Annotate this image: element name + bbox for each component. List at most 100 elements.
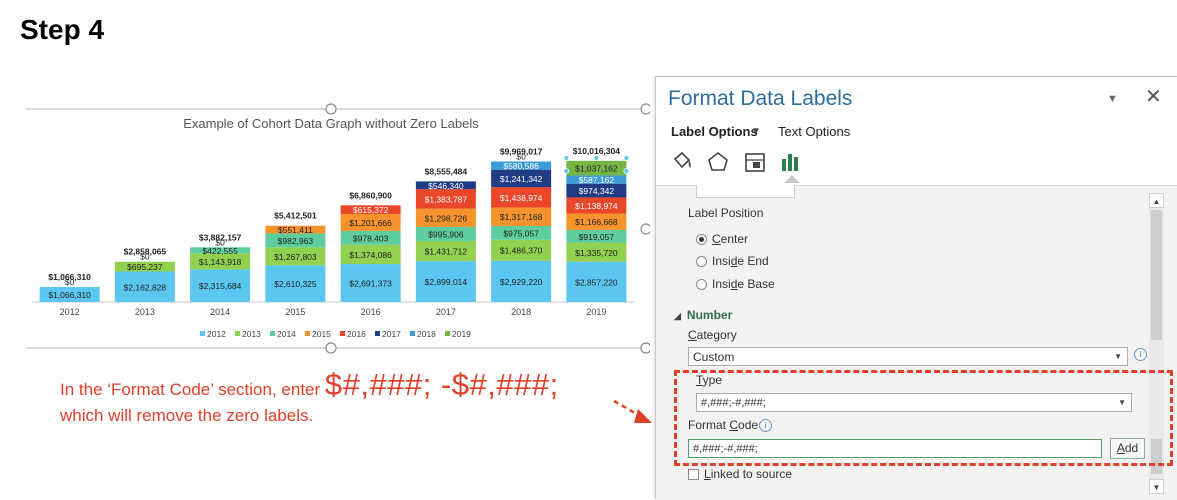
resize-handle[interactable] (640, 103, 650, 115)
chart-title: Example of Cohort Data Graph without Zer… (183, 116, 479, 131)
data-label: $1,201,666 (349, 218, 392, 228)
category-dropdown[interactable]: Custom ▼ (688, 347, 1128, 366)
data-label: $695,237 (127, 262, 163, 272)
instruction-text: In the ‘Format Code’ section, enter $#,#… (60, 369, 660, 429)
x-tick-label: 2012 (60, 307, 80, 317)
data-label: $1,037,162 (575, 164, 618, 174)
radio-inside-base[interactable]: Inside Base (696, 277, 775, 291)
radio-center[interactable]: Center (696, 232, 748, 246)
legend-swatch (410, 331, 415, 336)
data-label: $982,963 (278, 236, 314, 246)
data-label: $587,162 (579, 175, 615, 185)
data-label: $1,138,974 (575, 201, 618, 211)
data-label: $995,906 (428, 229, 464, 239)
label-position-title: Label Position (688, 206, 764, 220)
tab-text-options[interactable]: Text Options (778, 124, 850, 139)
resize-handle[interactable] (640, 342, 650, 354)
scroll-thumb[interactable] (1151, 210, 1162, 340)
dropdown-caret-icon[interactable]: ▼ (1114, 352, 1122, 361)
format-code-highlight-box (674, 370, 1173, 466)
legend-swatch (235, 331, 240, 336)
info-icon[interactable]: i (1134, 348, 1147, 361)
legend-label: 2016 (347, 329, 366, 339)
size-properties-icon[interactable] (743, 150, 767, 174)
legend-label: 2019 (452, 329, 471, 339)
instruction-line2: which will remove the zero labels. (60, 406, 314, 425)
data-label: $1,486,370 (500, 246, 543, 256)
linked-to-source-checkbox[interactable] (688, 468, 699, 480)
chevron-down-icon[interactable]: ▼ (1107, 93, 1118, 105)
data-label: $1,374,086 (349, 250, 392, 260)
data-label: $615,372 (353, 205, 389, 215)
section-tab-strip (696, 185, 795, 198)
close-icon[interactable]: ✕ (1145, 87, 1162, 107)
data-label: $2,857,220 (575, 277, 618, 287)
total-label: $1,066,310 (48, 272, 91, 282)
data-label: $1,143,918 (199, 257, 242, 267)
data-label: $1,166,668 (575, 217, 618, 227)
total-label: $10,016,304 (573, 146, 621, 156)
radio-inside-end-label: Inside End (712, 254, 769, 268)
data-label: $1,383,787 (425, 194, 468, 204)
total-label: $2,858,065 (124, 247, 167, 257)
radio-center-label: Center (712, 232, 749, 246)
data-label: $546,340 (428, 181, 464, 191)
data-label: $919,057 (579, 232, 615, 242)
instruction-format-code: $#,###; -$#,###; (324, 367, 559, 402)
effects-pentagon-icon[interactable] (706, 150, 730, 174)
total-label: $5,412,501 (274, 211, 317, 221)
legend-swatch (270, 331, 275, 336)
data-label: $1,431,712 (425, 247, 468, 257)
legend-swatch (305, 331, 310, 336)
radio-center-button[interactable] (696, 233, 707, 245)
selection-handle (593, 155, 600, 161)
data-label: $1,298,726 (425, 213, 468, 223)
tab-label-options-caret-icon[interactable]: ▼ (751, 126, 761, 137)
active-tab-indicator (784, 175, 800, 183)
scroll-down-icon[interactable]: ▼ (1149, 479, 1164, 494)
total-label: $6,860,900 (349, 190, 392, 200)
x-tick-label: 2014 (210, 307, 230, 317)
collapse-triangle-icon[interactable]: ◢ (674, 311, 681, 321)
linked-to-source-label: Linked to source (704, 467, 793, 481)
selection-handle (623, 155, 630, 161)
x-tick-label: 2015 (285, 307, 305, 317)
data-label: $1,317,168 (500, 212, 543, 222)
resize-handle[interactable] (325, 103, 337, 115)
radio-inside-end-button[interactable] (696, 255, 707, 267)
data-label: $2,691,373 (349, 279, 392, 289)
data-label: $2,610,325 (274, 279, 317, 289)
total-label: $8,555,484 (425, 166, 468, 176)
data-label: $1,066,310 (48, 290, 91, 300)
panel-title: Format Data Labels (668, 87, 853, 110)
legend-swatch (340, 331, 345, 336)
bar-chart-options-icon[interactable] (779, 150, 803, 174)
data-label: $1,335,720 (575, 248, 618, 258)
tab-label-options[interactable]: Label Options (671, 124, 758, 139)
fill-line-icon[interactable] (670, 150, 694, 174)
resize-handle[interactable] (325, 342, 337, 354)
selection-handle (563, 155, 570, 161)
data-label: $580,586 (503, 161, 539, 171)
legend-label: 2014 (277, 329, 296, 339)
resize-handle[interactable] (640, 223, 650, 235)
data-label: $1,438,974 (500, 193, 543, 203)
scroll-up-icon[interactable]: ▲ (1149, 193, 1164, 208)
total-label: $3,882,157 (199, 232, 242, 242)
x-tick-label: 2016 (361, 307, 381, 317)
data-label: $1,267,803 (274, 252, 317, 262)
data-label: $978,403 (353, 233, 389, 243)
selection-handle (623, 168, 630, 174)
x-tick-label: 2013 (135, 307, 155, 317)
legend-swatch (445, 331, 450, 336)
instruction-line1-prefix: In the ‘Format Code’ section, enter (60, 380, 321, 399)
data-label: $974,342 (579, 186, 615, 196)
data-label: $2,315,684 (199, 281, 242, 291)
dashed-arrow-icon (613, 399, 652, 423)
total-label: $9,969,017 (500, 146, 543, 156)
number-section-header[interactable]: ◢ Number (674, 308, 732, 322)
radio-inside-base-button[interactable] (696, 278, 707, 290)
linked-to-source-row[interactable]: Linked to source (688, 467, 792, 481)
legend-swatch (375, 331, 380, 336)
radio-inside-end[interactable]: Inside End (696, 254, 769, 268)
